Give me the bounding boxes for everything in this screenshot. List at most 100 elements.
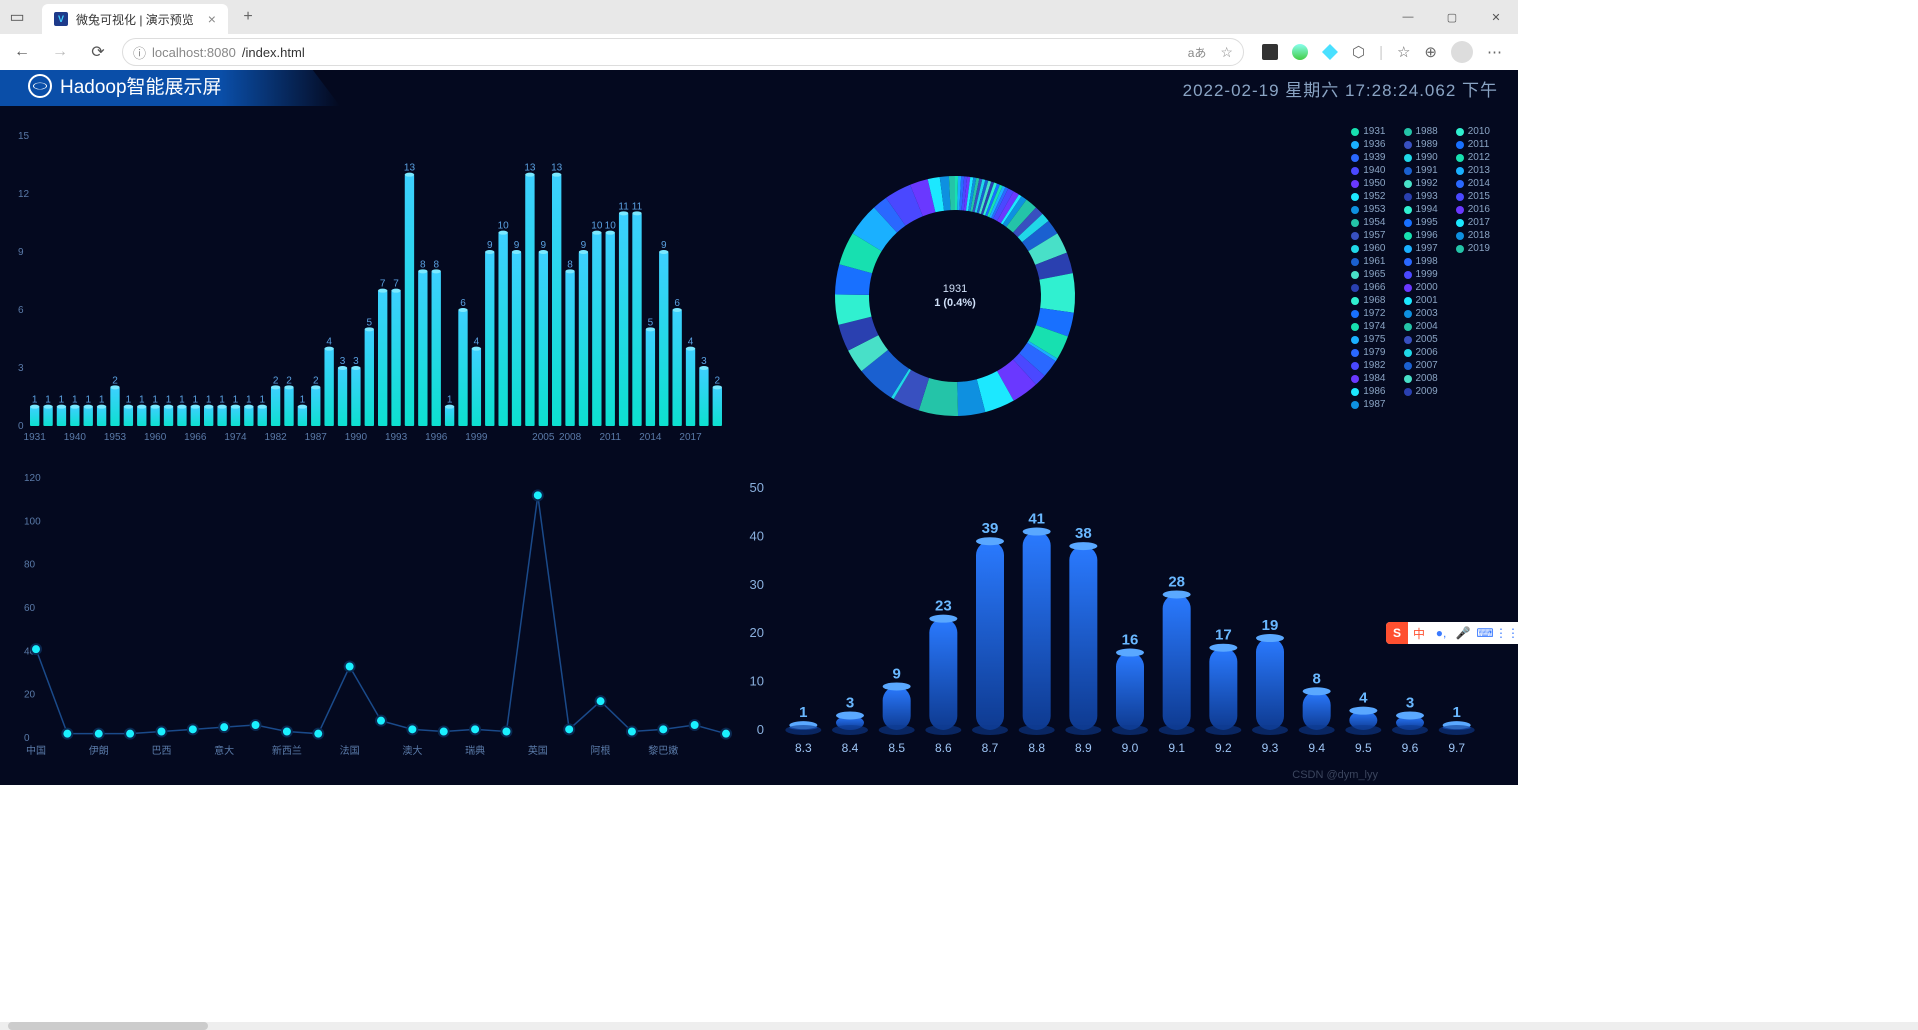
legend-item[interactable]: 1939 [1351,152,1385,163]
svg-text:瑞典: 瑞典 [465,744,485,757]
legend-item[interactable]: 1991 [1404,165,1438,176]
legend-item[interactable]: 2005 [1404,334,1438,345]
back-button[interactable]: ← [8,38,36,66]
legend-item[interactable]: 1931 [1351,126,1385,137]
favorite-icon[interactable]: ☆ [1220,44,1233,61]
legend-item[interactable]: 1982 [1351,360,1385,371]
svg-text:1: 1 [72,395,78,406]
legend-item[interactable]: 2016 [1456,204,1490,215]
legend-item[interactable]: 1975 [1351,334,1385,345]
extension-icon-2[interactable] [1292,44,1308,60]
legend-item[interactable]: 2017 [1456,217,1490,228]
legend-item[interactable]: 2011 [1456,139,1490,150]
legend-item[interactable]: 2009 [1404,386,1438,397]
window-close-button[interactable]: ✕ [1474,0,1518,34]
legend-item[interactable]: 1979 [1351,347,1385,358]
legend-item[interactable]: 1954 [1351,217,1385,228]
svg-text:2: 2 [112,375,118,386]
svg-text:13: 13 [551,163,563,174]
close-tab-icon[interactable]: × [208,11,216,27]
legend-item[interactable]: 1950 [1351,178,1385,189]
horizontal-scrollbar[interactable] [0,1022,1918,1030]
legend-item[interactable]: 1940 [1351,165,1385,176]
new-tab-button[interactable]: + [234,3,262,31]
svg-text:3: 3 [1406,694,1414,711]
translate-icon[interactable]: aあ [1188,44,1207,61]
legend-item[interactable]: 1965 [1351,269,1385,280]
scrollbar-thumb[interactable] [8,1022,208,1030]
favorites-bar-icon[interactable]: ☆ [1397,43,1410,61]
browser-tab[interactable]: V 微兔可视化 | 演示预览 × [42,4,228,34]
legend-item[interactable]: 1988 [1404,126,1438,137]
extensions-menu-icon[interactable]: ⬡ [1352,43,1365,61]
legend-item[interactable]: 1952 [1351,191,1385,202]
svg-text:1: 1 [85,395,91,406]
legend-item[interactable]: 2006 [1404,347,1438,358]
legend-item[interactable]: 1994 [1404,204,1438,215]
svg-text:1996: 1996 [425,432,448,443]
legend-item[interactable]: 1992 [1404,178,1438,189]
legend-item[interactable]: 2013 [1456,165,1490,176]
legend-item[interactable]: 1989 [1404,139,1438,150]
legend-item[interactable]: 1996 [1404,230,1438,241]
site-info-icon[interactable]: ⓘ [133,43,146,62]
legend-item[interactable]: 1998 [1404,256,1438,267]
svg-text:2005: 2005 [532,432,555,443]
legend-item[interactable]: 2003 [1404,308,1438,319]
svg-text:4: 4 [326,337,332,348]
reload-button[interactable]: ⟳ [84,38,112,66]
legend-item[interactable]: 2012 [1456,152,1490,163]
legend-item[interactable]: 1968 [1351,295,1385,306]
legend-item[interactable]: 1936 [1351,139,1385,150]
legend-item[interactable]: 2007 [1404,360,1438,371]
profile-avatar[interactable] [1451,41,1473,63]
legend-item[interactable]: 1966 [1351,282,1385,293]
svg-text:3: 3 [353,356,359,367]
svg-text:2: 2 [715,375,721,386]
legend-item[interactable]: 1990 [1404,152,1438,163]
legend-item[interactable]: 1957 [1351,230,1385,241]
extension-icon-3[interactable] [1322,44,1338,60]
legend-item[interactable]: 1997 [1404,243,1438,254]
browser-titlebar: ▭ V 微兔可视化 | 演示预览 × + — ▢ ✕ [0,0,1518,34]
ime-toolbar[interactable]: S中●,🎤⌨⋮⋮ [1386,622,1518,644]
legend-item[interactable]: 1961 [1351,256,1385,267]
legend-item[interactable]: 1972 [1351,308,1385,319]
url-input[interactable]: ⓘ localhost:8080/index.html aあ ☆ [122,38,1244,66]
legend-item[interactable]: 2019 [1456,243,1490,254]
svg-text:80: 80 [24,560,36,571]
legend-item[interactable]: 2001 [1404,295,1438,306]
legend-item[interactable]: 1999 [1404,269,1438,280]
legend-item[interactable]: 1974 [1351,321,1385,332]
legend-item[interactable]: 1953 [1351,204,1385,215]
window-minimize-button[interactable]: — [1386,0,1430,34]
chart-rating-bar: 010203040508.38.48.58.68.78.88.99.09.19.… [740,458,1500,778]
legend-item[interactable]: 1986 [1351,386,1385,397]
legend-item[interactable]: 1984 [1351,373,1385,384]
svg-text:4: 4 [688,337,694,348]
legend-item[interactable]: 2010 [1456,126,1490,137]
extension-icon-1[interactable] [1262,44,1278,60]
legend-item[interactable]: 1995 [1404,217,1438,228]
legend-item[interactable]: 2004 [1404,321,1438,332]
legend-item[interactable]: 2008 [1404,373,1438,384]
datetime-display: 2022-02-19 星期六 17:28:24.062 下午 [1183,76,1498,101]
window-maximize-button[interactable]: ▢ [1430,0,1474,34]
svg-text:13: 13 [404,163,416,174]
legend-item[interactable]: 1987 [1351,399,1385,410]
tab-list-button[interactable]: ▭ [0,0,34,34]
collections-icon[interactable]: ⊕ [1424,43,1437,61]
menu-button[interactable]: ⋯ [1487,43,1502,61]
svg-text:2014: 2014 [639,432,662,443]
svg-text:3: 3 [340,356,346,367]
legend-item[interactable]: 2000 [1404,282,1438,293]
legend-item[interactable]: 1960 [1351,243,1385,254]
legend-item[interactable]: 2015 [1456,191,1490,202]
svg-text:0: 0 [24,733,30,744]
svg-text:4: 4 [474,337,480,348]
svg-text:1: 1 [59,395,65,406]
svg-text:1: 1 [139,395,145,406]
legend-item[interactable]: 2014 [1456,178,1490,189]
legend-item[interactable]: 1993 [1404,191,1438,202]
legend-item[interactable]: 2018 [1456,230,1490,241]
